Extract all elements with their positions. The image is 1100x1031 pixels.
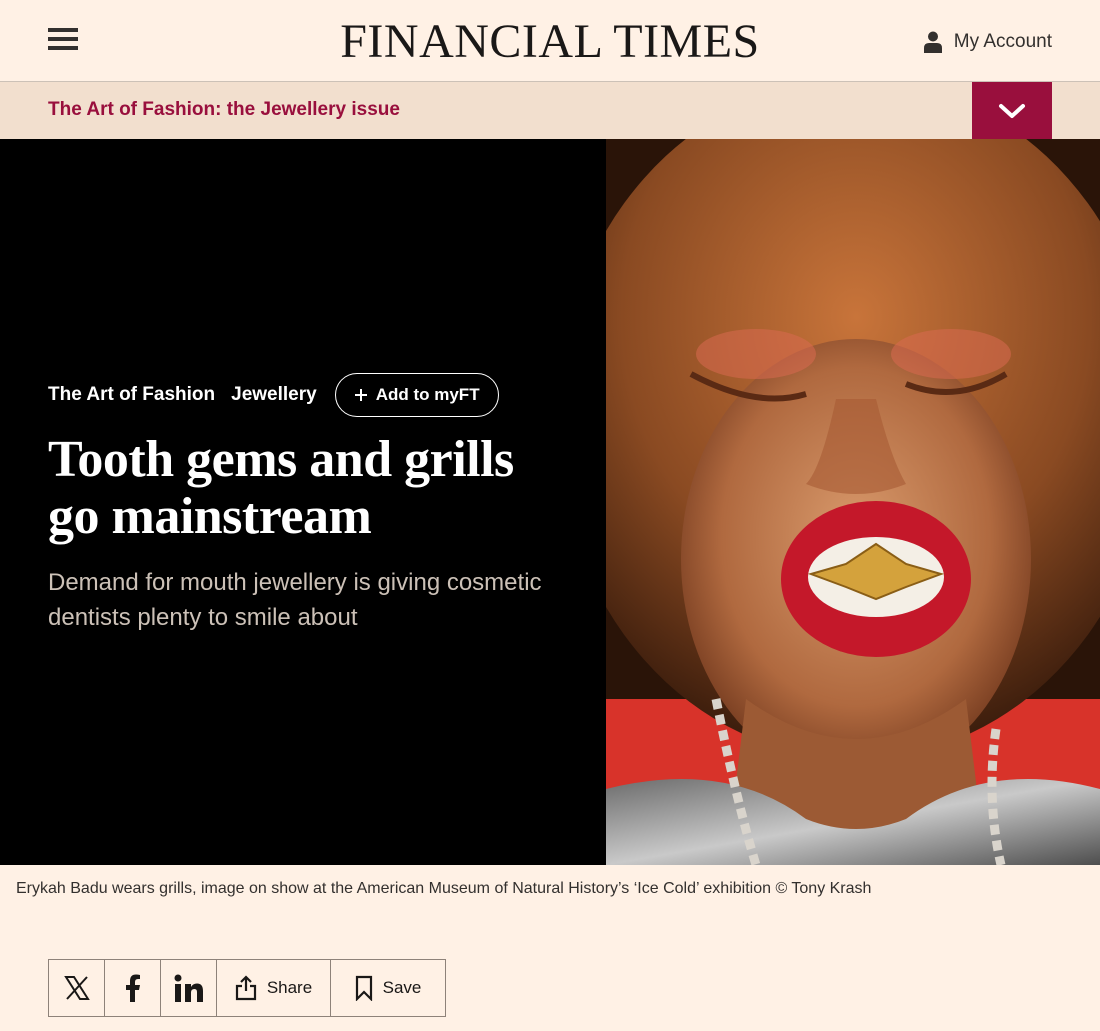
linkedin-icon (174, 974, 203, 1002)
article-headline: Tooth gems and grills go mainstream (48, 431, 514, 545)
share-bar: Share Save (48, 959, 446, 1017)
add-to-myft-label: Add to myFT (375, 385, 480, 404)
facebook-icon (125, 974, 140, 1002)
article-hero: The Art of Fashion Jewellery Add to myFT… (0, 139, 1100, 865)
series-title-link[interactable]: The Art of Fashion: the Jewellery issue (48, 99, 400, 121)
save-button[interactable]: Save (331, 960, 445, 1016)
bookmark-icon (355, 975, 372, 1001)
hero-photo-illustration (606, 139, 1100, 865)
share-linkedin-button[interactable] (161, 960, 217, 1016)
chevron-down-icon (999, 103, 1025, 118)
share-button[interactable]: Share (217, 960, 331, 1016)
share-facebook-button[interactable] (105, 960, 161, 1016)
topic-tags: The Art of Fashion Jewellery Add to myFT (48, 373, 568, 417)
my-account-label: My Account (953, 31, 1052, 52)
masthead-logo[interactable]: FINANCIAL TIMES (340, 15, 760, 68)
site-header: FINANCIAL TIMES My Account (0, 0, 1100, 82)
x-icon (63, 976, 90, 1000)
add-to-myft-button[interactable]: Add to myFT (334, 373, 499, 417)
share-x-button[interactable] (49, 960, 105, 1016)
plus-icon (354, 389, 367, 401)
menu-icon[interactable] (48, 28, 78, 52)
my-account-link[interactable]: My Account (923, 29, 1052, 55)
hero-text-block: The Art of Fashion Jewellery Add to myFT… (48, 373, 568, 635)
tag-art-of-fashion[interactable]: The Art of Fashion (48, 384, 215, 406)
hero-photo (606, 139, 1100, 865)
series-expand-button[interactable] (972, 82, 1052, 139)
tag-jewellery[interactable]: Jewellery (231, 384, 317, 406)
article-standfirst: Demand for mouth jewellery is giving cos… (48, 569, 542, 631)
user-icon (923, 31, 942, 53)
photo-caption: Erykah Badu wears grills, image on show … (16, 880, 872, 897)
save-label: Save (382, 978, 422, 997)
share-icon (235, 975, 256, 1001)
series-bar: The Art of Fashion: the Jewellery issue (0, 82, 1100, 139)
share-label: Share (266, 978, 313, 997)
